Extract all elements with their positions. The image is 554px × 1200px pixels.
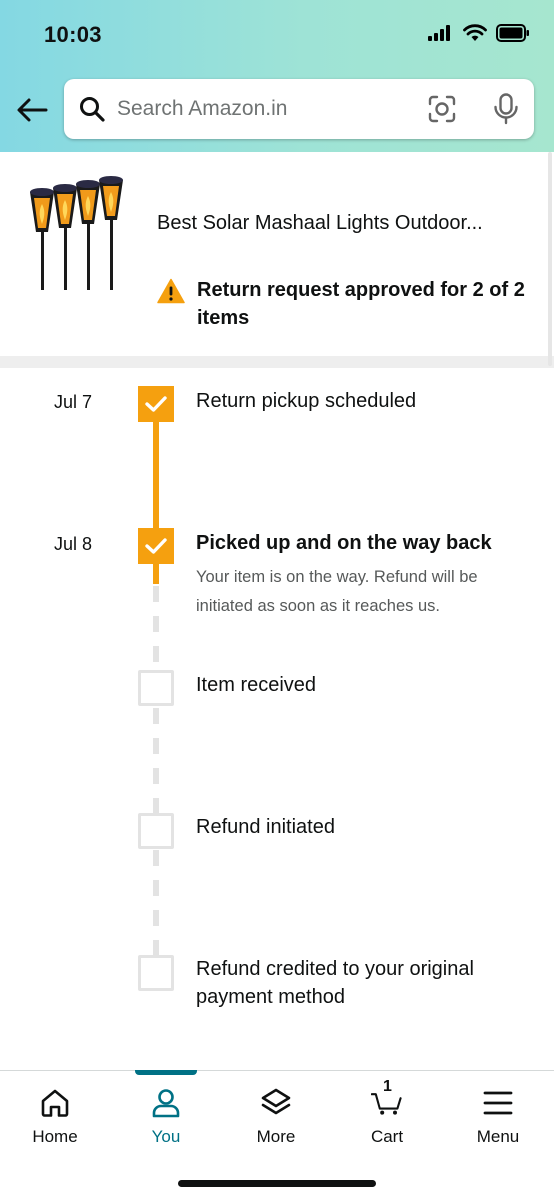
step-pending-checkbox [138,955,174,991]
step-completed-checkbox [138,386,174,422]
back-button[interactable] [14,92,50,128]
scrollbar[interactable] [548,152,552,366]
nav-label: Home [32,1127,78,1146]
step-title: Refund initiated [196,816,335,838]
nav-more[interactable]: More [221,1071,331,1161]
nav-label: More [256,1127,296,1146]
timeline-pending-line [153,586,159,670]
search-bar[interactable] [64,79,534,139]
nav-home[interactable]: Home [0,1071,110,1161]
step-title: Picked up and on the way back [196,532,492,554]
battery-icon [496,24,529,42]
nav-label: You [151,1127,181,1146]
return-status-text: Return request approved for 2 of 2 items [197,279,525,329]
product-card[interactable]: Best Solar Mashaal Lights Outdoor... Ret… [0,152,554,356]
step-title: Refund credited to your original payment… [196,958,474,1008]
nav-label: Cart [370,1127,404,1146]
microphone-icon[interactable] [492,93,520,125]
section-divider [0,356,554,368]
return-timeline: Jul 7 Return pickup scheduled Jul 8 Pick… [0,368,554,1070]
timeline-pending-line [153,850,159,956]
camera-lens-icon[interactable] [428,95,456,123]
step-pending-checkbox [138,813,174,849]
status-bar-time: 10:03 [44,22,102,47]
step-title: Return pickup scheduled [196,390,417,412]
timeline-pending-line [153,708,159,814]
wifi-icon [463,24,487,41]
checkmark-icon [145,396,167,412]
product-image[interactable] [24,174,128,292]
step-pending-checkbox [138,670,174,706]
home-icon [39,1087,71,1119]
app-header: 10:03 [0,0,554,152]
status-bar-icons [428,24,530,42]
layers-icon [260,1087,292,1119]
search-icon[interactable] [79,96,105,122]
nav-label: Menu [476,1127,520,1146]
home-indicator[interactable] [178,1180,376,1187]
warning-icon [157,278,185,304]
nav-menu[interactable]: Menu [443,1071,553,1161]
back-arrow-icon [17,98,48,122]
step-completed-checkbox [138,528,174,564]
nav-you[interactable]: You [111,1071,221,1161]
cellular-signal-icon [428,25,450,41]
cart-count-badge: 1 [383,1078,392,1095]
product-title[interactable]: Best Solar Mashaal Lights Outdoor... [157,212,483,235]
checkmark-icon [145,538,167,554]
nav-cart[interactable]: 1 Cart [332,1071,442,1161]
search-input[interactable] [117,97,407,121]
user-icon [150,1087,182,1119]
step-description: Your item is on the way. Refund will be … [196,568,478,615]
menu-icon [482,1087,514,1119]
return-status: Return request approved for 2 of 2 items [157,276,537,332]
cart-icon: 1 [371,1078,403,1119]
step-date: Jul 8 [54,534,93,554]
step-date: Jul 7 [54,392,93,412]
step-title: Item received [196,674,317,696]
